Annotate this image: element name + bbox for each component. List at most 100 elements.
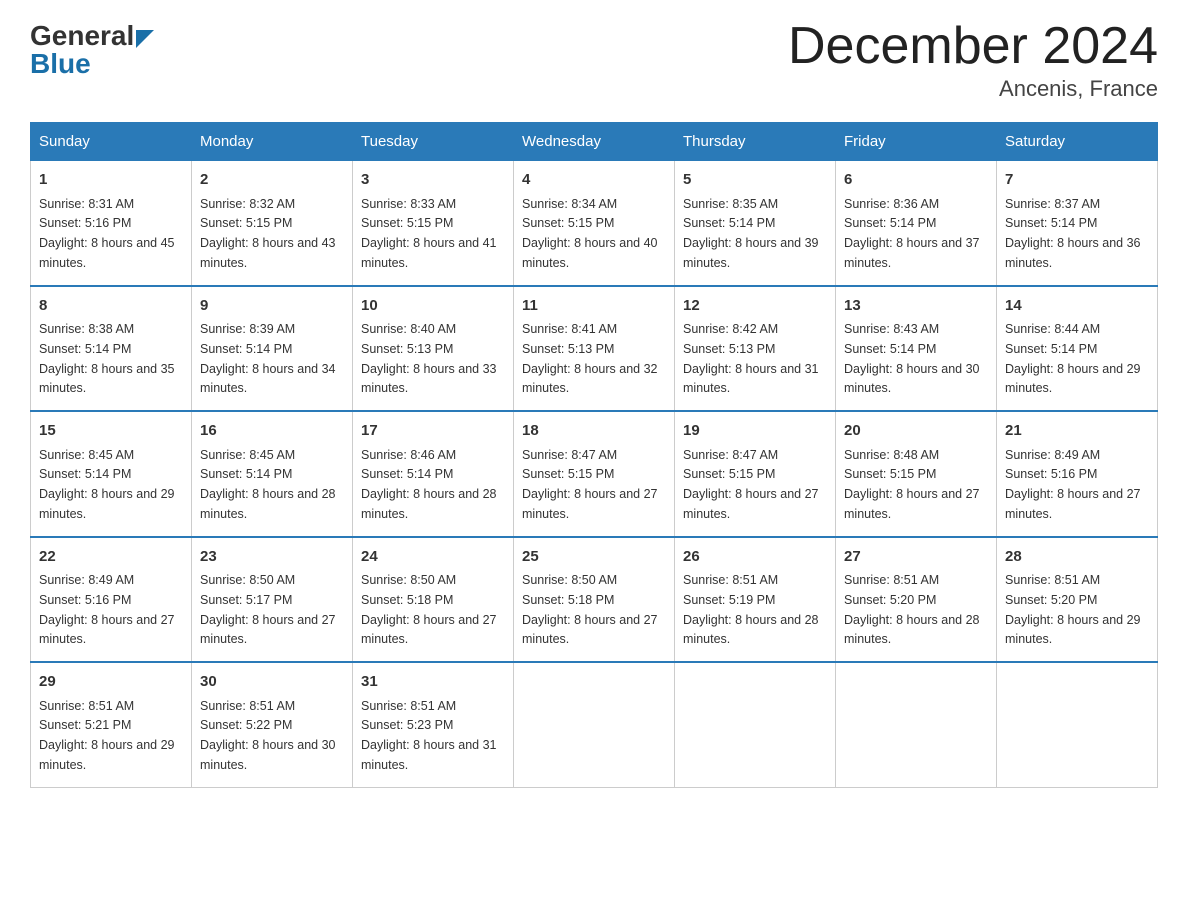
calendar-cell: 5 Sunrise: 8:35 AMSunset: 5:14 PMDaylight… <box>675 161 836 286</box>
calendar-cell <box>675 662 836 787</box>
calendar-cell: 8 Sunrise: 8:38 AMSunset: 5:14 PMDaylight… <box>31 286 192 412</box>
day-number: 24 <box>361 546 505 569</box>
logo: General Blue <box>30 20 154 80</box>
day-info: Sunrise: 8:46 AMSunset: 5:14 PMDaylight:… <box>361 448 497 521</box>
calendar-cell: 11 Sunrise: 8:41 AMSunset: 5:13 PMDayligh… <box>514 286 675 412</box>
column-header-tuesday: Tuesday <box>353 123 514 161</box>
calendar-cell: 3 Sunrise: 8:33 AMSunset: 5:15 PMDaylight… <box>353 161 514 286</box>
day-number: 1 <box>39 169 183 192</box>
day-info: Sunrise: 8:41 AMSunset: 5:13 PMDaylight:… <box>522 322 658 395</box>
day-number: 31 <box>361 671 505 694</box>
calendar-week-row: 8 Sunrise: 8:38 AMSunset: 5:14 PMDaylight… <box>31 286 1158 412</box>
day-number: 28 <box>1005 546 1149 569</box>
day-number: 12 <box>683 295 827 318</box>
calendar-cell: 20Sunrise: 8:48 AMSunset: 5:15 PMDayligh… <box>836 411 997 537</box>
day-number: 5 <box>683 169 827 192</box>
calendar-cell: 4 Sunrise: 8:34 AMSunset: 5:15 PMDaylight… <box>514 161 675 286</box>
day-number: 17 <box>361 420 505 443</box>
calendar-header-row: SundayMondayTuesdayWednesdayThursdayFrid… <box>31 123 1158 161</box>
day-number: 11 <box>522 295 666 318</box>
day-number: 21 <box>1005 420 1149 443</box>
day-info: Sunrise: 8:38 AMSunset: 5:14 PMDaylight:… <box>39 322 175 395</box>
day-number: 7 <box>1005 169 1149 192</box>
day-info: Sunrise: 8:43 AMSunset: 5:14 PMDaylight:… <box>844 322 980 395</box>
day-info: Sunrise: 8:51 AMSunset: 5:19 PMDaylight:… <box>683 573 819 646</box>
day-info: Sunrise: 8:35 AMSunset: 5:14 PMDaylight:… <box>683 197 819 270</box>
day-number: 6 <box>844 169 988 192</box>
calendar-cell: 30Sunrise: 8:51 AMSunset: 5:22 PMDayligh… <box>192 662 353 787</box>
column-header-thursday: Thursday <box>675 123 836 161</box>
day-info: Sunrise: 8:51 AMSunset: 5:20 PMDaylight:… <box>1005 573 1141 646</box>
day-info: Sunrise: 8:45 AMSunset: 5:14 PMDaylight:… <box>39 448 175 521</box>
day-number: 26 <box>683 546 827 569</box>
day-info: Sunrise: 8:39 AMSunset: 5:14 PMDaylight:… <box>200 322 336 395</box>
day-info: Sunrise: 8:48 AMSunset: 5:15 PMDaylight:… <box>844 448 980 521</box>
day-number: 22 <box>39 546 183 569</box>
day-number: 18 <box>522 420 666 443</box>
calendar-cell: 19Sunrise: 8:47 AMSunset: 5:15 PMDayligh… <box>675 411 836 537</box>
day-info: Sunrise: 8:44 AMSunset: 5:14 PMDaylight:… <box>1005 322 1141 395</box>
calendar-cell <box>514 662 675 787</box>
calendar-cell: 22Sunrise: 8:49 AMSunset: 5:16 PMDayligh… <box>31 537 192 663</box>
day-number: 2 <box>200 169 344 192</box>
day-info: Sunrise: 8:34 AMSunset: 5:15 PMDaylight:… <box>522 197 658 270</box>
calendar-cell: 7 Sunrise: 8:37 AMSunset: 5:14 PMDaylight… <box>997 161 1158 286</box>
calendar-cell: 10Sunrise: 8:40 AMSunset: 5:13 PMDayligh… <box>353 286 514 412</box>
day-number: 8 <box>39 295 183 318</box>
calendar-cell <box>997 662 1158 787</box>
day-info: Sunrise: 8:51 AMSunset: 5:20 PMDaylight:… <box>844 573 980 646</box>
column-header-wednesday: Wednesday <box>514 123 675 161</box>
column-header-monday: Monday <box>192 123 353 161</box>
day-info: Sunrise: 8:33 AMSunset: 5:15 PMDaylight:… <box>361 197 497 270</box>
day-number: 29 <box>39 671 183 694</box>
calendar-cell <box>836 662 997 787</box>
column-header-sunday: Sunday <box>31 123 192 161</box>
day-info: Sunrise: 8:47 AMSunset: 5:15 PMDaylight:… <box>683 448 819 521</box>
logo-blue-text: Blue <box>30 48 91 80</box>
location-label: Ancenis, France <box>788 76 1158 102</box>
day-info: Sunrise: 8:47 AMSunset: 5:15 PMDaylight:… <box>522 448 658 521</box>
day-info: Sunrise: 8:50 AMSunset: 5:18 PMDaylight:… <box>522 573 658 646</box>
calendar-cell: 16 Sunrise: 8:45 AMSunset: 5:14 PMDayligh… <box>192 411 353 537</box>
calendar-cell: 27 Sunrise: 8:51 AMSunset: 5:20 PMDayligh… <box>836 537 997 663</box>
calendar-week-row: 15 Sunrise: 8:45 AMSunset: 5:14 PMDayligh… <box>31 411 1158 537</box>
day-number: 16 <box>200 420 344 443</box>
calendar-cell: 6 Sunrise: 8:36 AMSunset: 5:14 PMDaylight… <box>836 161 997 286</box>
day-number: 4 <box>522 169 666 192</box>
day-info: Sunrise: 8:51 AMSunset: 5:22 PMDaylight:… <box>200 699 336 772</box>
day-info: Sunrise: 8:37 AMSunset: 5:14 PMDaylight:… <box>1005 197 1141 270</box>
day-number: 23 <box>200 546 344 569</box>
page-header: General Blue December 2024 Ancenis, Fran… <box>30 20 1158 102</box>
day-info: Sunrise: 8:31 AMSunset: 5:16 PMDaylight:… <box>39 197 175 270</box>
title-block: December 2024 Ancenis, France <box>788 20 1158 102</box>
calendar-cell: 1 Sunrise: 8:31 AMSunset: 5:16 PMDaylight… <box>31 161 192 286</box>
month-title: December 2024 <box>788 20 1158 72</box>
calendar-cell: 18 Sunrise: 8:47 AMSunset: 5:15 PMDayligh… <box>514 411 675 537</box>
day-info: Sunrise: 8:42 AMSunset: 5:13 PMDaylight:… <box>683 322 819 395</box>
calendar-cell: 23Sunrise: 8:50 AMSunset: 5:17 PMDayligh… <box>192 537 353 663</box>
calendar-week-row: 1 Sunrise: 8:31 AMSunset: 5:16 PMDaylight… <box>31 161 1158 286</box>
calendar-cell: 29Sunrise: 8:51 AMSunset: 5:21 PMDayligh… <box>31 662 192 787</box>
calendar-week-row: 22Sunrise: 8:49 AMSunset: 5:16 PMDayligh… <box>31 537 1158 663</box>
day-info: Sunrise: 8:32 AMSunset: 5:15 PMDaylight:… <box>200 197 336 270</box>
calendar-cell: 24Sunrise: 8:50 AMSunset: 5:18 PMDayligh… <box>353 537 514 663</box>
calendar-week-row: 29Sunrise: 8:51 AMSunset: 5:21 PMDayligh… <box>31 662 1158 787</box>
day-number: 27 <box>844 546 988 569</box>
day-number: 15 <box>39 420 183 443</box>
calendar-table: SundayMondayTuesdayWednesdayThursdayFrid… <box>30 122 1158 788</box>
day-number: 25 <box>522 546 666 569</box>
column-header-saturday: Saturday <box>997 123 1158 161</box>
day-info: Sunrise: 8:40 AMSunset: 5:13 PMDaylight:… <box>361 322 497 395</box>
day-info: Sunrise: 8:45 AMSunset: 5:14 PMDaylight:… <box>200 448 336 521</box>
day-number: 13 <box>844 295 988 318</box>
calendar-cell: 31 Sunrise: 8:51 AMSunset: 5:23 PMDayligh… <box>353 662 514 787</box>
day-info: Sunrise: 8:36 AMSunset: 5:14 PMDaylight:… <box>844 197 980 270</box>
logo-arrow-icon <box>134 24 154 48</box>
calendar-cell: 21Sunrise: 8:49 AMSunset: 5:16 PMDayligh… <box>997 411 1158 537</box>
day-info: Sunrise: 8:51 AMSunset: 5:23 PMDaylight:… <box>361 699 497 772</box>
day-number: 3 <box>361 169 505 192</box>
calendar-cell: 9Sunrise: 8:39 AMSunset: 5:14 PMDaylight… <box>192 286 353 412</box>
column-header-friday: Friday <box>836 123 997 161</box>
calendar-cell: 15 Sunrise: 8:45 AMSunset: 5:14 PMDayligh… <box>31 411 192 537</box>
calendar-cell: 14Sunrise: 8:44 AMSunset: 5:14 PMDayligh… <box>997 286 1158 412</box>
